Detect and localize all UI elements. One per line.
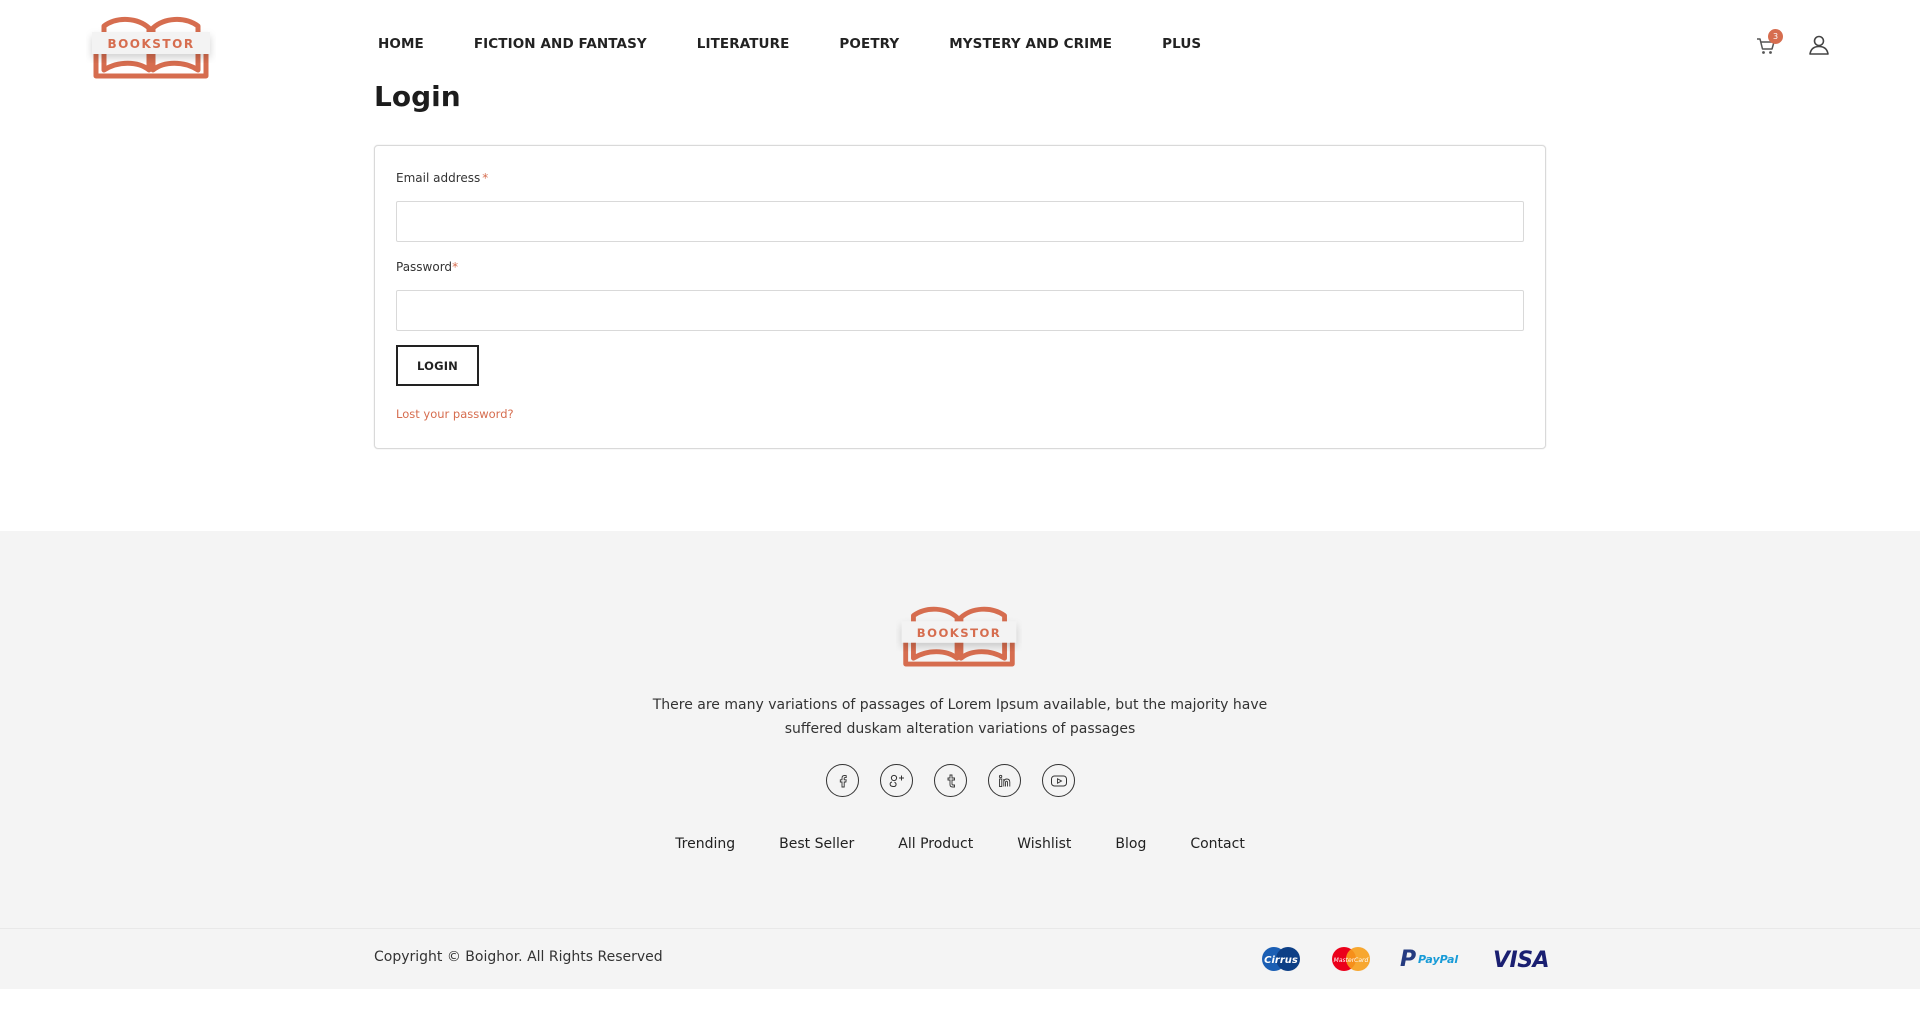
nav-item-home[interactable]: HOME <box>378 36 424 52</box>
email-field[interactable] <box>396 201 1524 242</box>
linkedin-button[interactable] <box>988 764 1021 797</box>
footer-links: Trending Best Seller All Product Wishlis… <box>0 836 1920 852</box>
logo-text: BOOKSTOR <box>107 37 194 51</box>
bookstor-logo[interactable]: BOOKSTOR <box>86 8 216 80</box>
email-label: Email address * <box>396 171 488 185</box>
password-label-text: Password <box>396 260 453 274</box>
nav-item-literature[interactable]: LITERATURE <box>697 36 790 52</box>
footer-link-blog[interactable]: Blog <box>1115 836 1146 852</box>
visa-text: VISA <box>1493 948 1549 973</box>
copyright-text: Copyright © Boighor. All Rights Reserved <box>374 949 663 965</box>
header-icons: 3 <box>1756 29 1830 58</box>
visa-logo: VISA <box>1493 948 1550 973</box>
facebook-button[interactable] <box>826 764 859 797</box>
password-label: Password* <box>396 260 458 274</box>
cirrus-logo: Cirrus <box>1262 947 1300 971</box>
user-icon[interactable] <box>1808 34 1830 56</box>
tumblr-icon <box>947 774 955 787</box>
email-label-text: Email address <box>396 171 481 185</box>
cart-button[interactable]: 3 <box>1756 29 1783 56</box>
cart-count-badge: 3 <box>1768 29 1783 44</box>
footer-link-contact[interactable]: Contact <box>1190 836 1244 852</box>
nav-item-poetry[interactable]: POETRY <box>839 36 899 52</box>
youtube-icon <box>1050 775 1067 786</box>
nav-item-plus[interactable]: PLUS <box>1162 36 1201 52</box>
footer-link-all-product[interactable]: All Product <box>898 836 973 852</box>
site-header: BOOKSTOR HOME FICTION AND FANTASY LITERA… <box>0 0 1920 90</box>
linkedin-icon <box>998 774 1010 787</box>
social-links <box>826 764 1075 797</box>
google-plus-icon <box>889 774 904 787</box>
page-title: Login <box>374 80 461 113</box>
copyright-bar: Copyright © Boighor. All Rights Reserved… <box>0 928 1920 989</box>
site-footer: BOOKSTOR There are many variations of pa… <box>0 531 1920 928</box>
email-required-marker: * <box>482 171 489 185</box>
payment-methods: Cirrus MasterCard P PayPal VISA <box>1260 945 1550 973</box>
password-field[interactable] <box>396 290 1524 331</box>
footer-link-wishlist[interactable]: Wishlist <box>1017 836 1071 852</box>
paypal-logo: P PayPal <box>1400 947 1458 972</box>
tumblr-button[interactable] <box>934 764 967 797</box>
footer-link-trending[interactable]: Trending <box>675 836 735 852</box>
main-nav: HOME FICTION AND FANTASY LITERATURE POET… <box>378 36 1201 52</box>
paypal-text: PayPal <box>1418 953 1458 966</box>
password-required-marker: * <box>452 260 459 274</box>
svg-text:P: P <box>1400 947 1416 972</box>
mastercard-logo: MasterCard <box>1332 947 1370 971</box>
login-form: Email address * Password* LOGIN Lost your… <box>374 145 1546 449</box>
google-plus-button[interactable] <box>880 764 913 797</box>
nav-item-mystery-and-crime[interactable]: MYSTERY AND CRIME <box>949 36 1112 52</box>
cirrus-text: Cirrus <box>1264 955 1298 966</box>
mastercard-text: MasterCard <box>1334 957 1369 964</box>
footer-bookstor-logo[interactable]: BOOKSTOR <box>896 598 1022 668</box>
footer-logo-text: BOOKSTOR <box>917 626 1001 640</box>
facebook-icon <box>839 774 847 787</box>
footer-description: There are many variations of passages of… <box>652 697 1268 737</box>
nav-item-fiction-and-fantasy[interactable]: FICTION AND FANTASY <box>474 36 647 52</box>
youtube-button[interactable] <box>1042 764 1075 797</box>
footer-link-best-seller[interactable]: Best Seller <box>779 836 854 852</box>
login-button[interactable]: LOGIN <box>396 345 479 386</box>
lost-password-link[interactable]: Lost your password? <box>396 407 514 421</box>
